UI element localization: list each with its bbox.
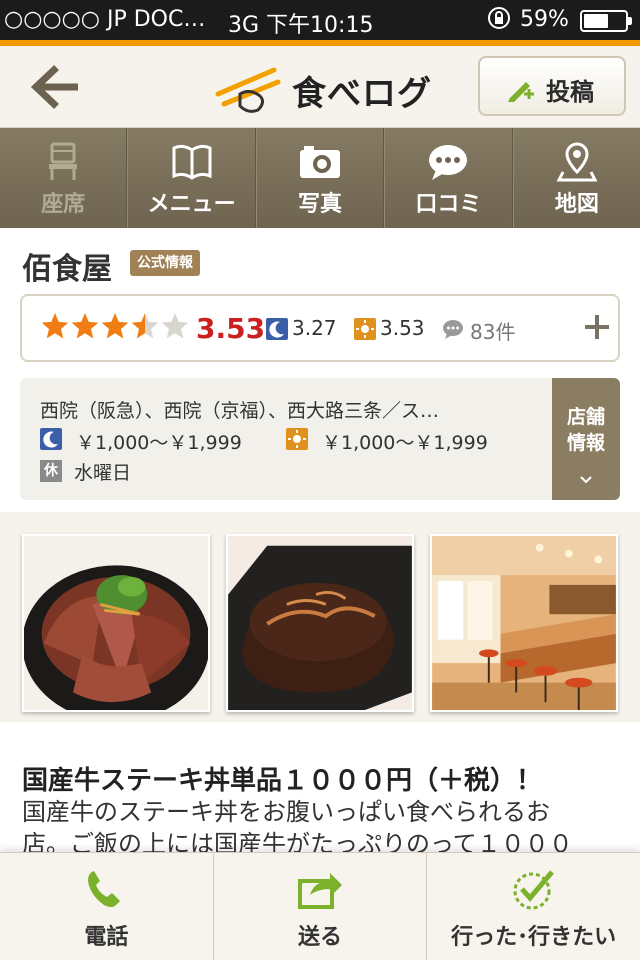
official-info-badge[interactable]: 公式情報 (130, 250, 200, 276)
dinner-score: 3.27 (292, 316, 337, 340)
bottom-action-bar: 電話 送る 行った･行きたい (0, 852, 640, 960)
status-bar: ○○○○○ JP DOC… 3G 下午10:15 59% (0, 0, 640, 40)
been-want-button-label: 行った･行きたい (451, 925, 617, 950)
rating-box[interactable]: 3.53 3.27 3.53 83件 (20, 294, 620, 362)
tab-seats-label: 座席 (41, 192, 86, 217)
battery-icon (580, 10, 632, 32)
store-info-label-line1: 店舗 (566, 406, 605, 428)
star-icon (131, 313, 159, 339)
comment-icon (443, 320, 463, 339)
call-button-label: 電話 (84, 925, 129, 950)
star-icon (71, 313, 99, 339)
restaurant-interior-image (432, 536, 616, 710)
tab-map-label: 地図 (554, 192, 599, 217)
store-info-label-line2: 情報 (566, 432, 605, 454)
send-button[interactable]: 送る (214, 853, 428, 960)
nearest-stations: 西院（阪急）、西院（京福）、西大路三条／ス… (40, 400, 440, 422)
app-header: 食べログ 投稿 (0, 46, 640, 128)
lunch-score: 3.53 (380, 316, 425, 340)
article-body-line1: 国産牛のステーキ丼をお腹いっぱい食べられるお (22, 798, 550, 826)
check-circle-icon (513, 870, 554, 910)
restaurant-name: 佰食屋 (22, 252, 112, 287)
battery-percent: 59% (520, 7, 569, 32)
tab-map[interactable]: 地図 (512, 128, 640, 228)
rating-score: 3.53 (196, 312, 266, 345)
article-title[interactable]: 国産牛ステーキ丼単品１０００円（＋税）！ (22, 760, 542, 797)
tab-seats[interactable]: 座席 (0, 128, 128, 228)
carrier-label: ○○○○○ JP DOC… (4, 7, 206, 32)
post-button[interactable]: 投稿 (478, 56, 626, 116)
seat-icon (49, 142, 78, 180)
rotation-lock-icon (488, 7, 510, 29)
plus-icon[interactable] (582, 312, 612, 342)
store-info-box[interactable]: 西院（阪急）、西院（京福）、西大路三条／ス… ￥1,000～￥1,999 ￥1,… (20, 378, 620, 500)
section-tabs: 座席 メニュー 写真 口コミ 地図 (0, 128, 640, 228)
article-body: 国産牛のステーキ丼をお腹いっぱい食べられるお 店。ご飯の上には国産牛がたっぷりの… (22, 796, 622, 860)
call-button[interactable]: 電話 (0, 853, 214, 960)
tab-photos[interactable]: 写真 (255, 128, 385, 228)
tab-reviews[interactable]: 口コミ (384, 128, 513, 228)
logo-text: 食べログ (292, 74, 432, 114)
sun-icon (354, 318, 376, 340)
steak-bowl-image (24, 536, 208, 710)
camera-icon (300, 146, 341, 178)
been-want-button[interactable]: 行った･行きたい (427, 853, 640, 960)
tab-reviews-label: 口コミ (415, 192, 482, 217)
store-info-button[interactable]: 店舗 情報 (552, 378, 620, 500)
star-rating (41, 313, 189, 339)
book-icon (172, 144, 212, 180)
tab-photos-label: 写真 (298, 192, 343, 217)
send-button-label: 送る (298, 925, 343, 950)
map-pin-icon (556, 142, 598, 182)
tabelog-logo: 食べログ (214, 60, 434, 116)
pen-plus-icon (508, 82, 534, 102)
chopsticks-hand-icon (215, 67, 281, 113)
photo-hamburg[interactable] (226, 534, 414, 712)
photo-steak-bowl[interactable] (22, 534, 210, 712)
hamburg-steak-image (228, 536, 412, 710)
photo-strip (0, 512, 640, 722)
network-time-label: 3G 下午10:15 (228, 13, 374, 38)
star-icon (101, 313, 129, 339)
moon-icon (40, 428, 62, 450)
share-icon (298, 873, 342, 909)
tab-menu[interactable]: メニュー (127, 128, 256, 228)
review-count: 83件 (470, 320, 516, 344)
holiday-text: 水曜日 (74, 462, 132, 484)
tab-menu-label: メニュー (147, 192, 236, 217)
sun-icon (286, 428, 308, 450)
phone-icon (88, 871, 121, 907)
star-icon (161, 313, 189, 339)
lunch-price: ￥1,000～￥1,999 (322, 432, 488, 454)
store-info-label: 店舗 情報 (552, 404, 620, 456)
photo-interior[interactable] (430, 534, 618, 712)
post-button-label: 投稿 (546, 78, 594, 106)
speech-bubble-icon (429, 145, 468, 180)
dinner-price: ￥1,000～￥1,999 (76, 432, 242, 454)
moon-icon (266, 318, 288, 340)
chevron-down-icon (580, 476, 592, 484)
star-icon (41, 313, 69, 339)
back-arrow-icon[interactable] (28, 64, 84, 110)
holiday-icon: 休 (40, 460, 62, 482)
